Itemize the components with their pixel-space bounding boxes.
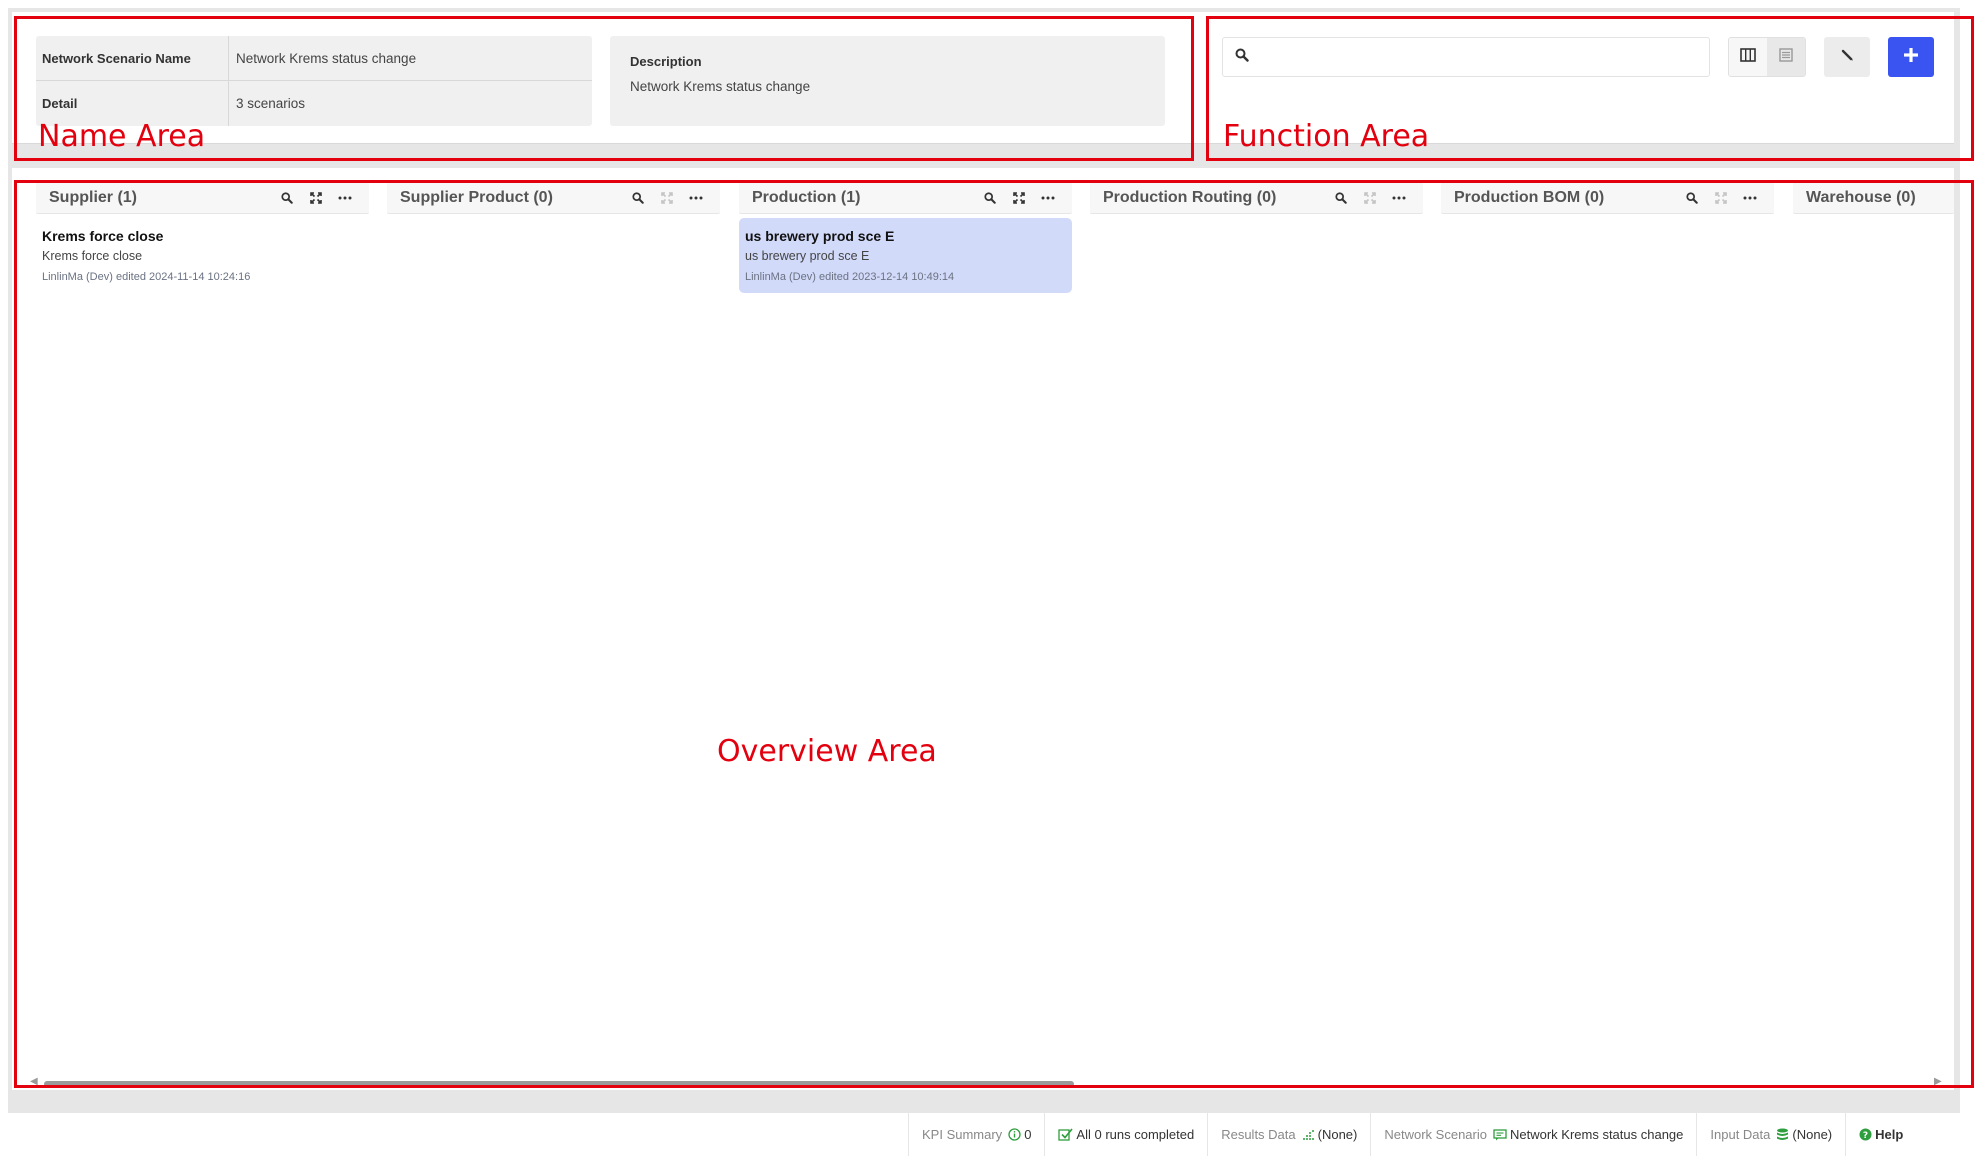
help-label: Help — [1875, 1127, 1904, 1142]
input-data-label: Input Data — [1710, 1127, 1771, 1142]
status-bar: KPI Summary 0 All 0 runs completed Resul… — [908, 1113, 1968, 1156]
help-icon: ? — [1859, 1128, 1872, 1141]
function-area-label: Function Area — [1223, 119, 1430, 154]
scatter-dots-icon — [1302, 1129, 1315, 1141]
input-data[interactable]: Input Data (None) — [1696, 1113, 1845, 1156]
check-list-icon — [1058, 1128, 1074, 1141]
scenario-icon — [1493, 1128, 1507, 1141]
network-scenario[interactable]: Network Scenario Network Krems status ch… — [1370, 1113, 1696, 1156]
network-scenario-value: Network Krems status change — [1509, 1127, 1684, 1142]
database-icon — [1776, 1128, 1789, 1142]
kpi-summary-value: 0 — [1024, 1127, 1032, 1142]
info-icon — [1008, 1128, 1021, 1141]
runs-status-text: All 0 runs completed — [1076, 1127, 1195, 1142]
svg-text:?: ? — [1863, 1131, 1868, 1141]
results-data[interactable]: Results Data (None) — [1207, 1113, 1370, 1156]
runs-status[interactable]: All 0 runs completed — [1044, 1113, 1207, 1156]
network-scenario-label: Network Scenario — [1384, 1127, 1487, 1142]
help-button[interactable]: ? Help — [1845, 1113, 1916, 1156]
results-data-label: Results Data — [1221, 1127, 1296, 1142]
overview-area-outline — [14, 180, 1974, 1088]
name-area-label: Name Area — [38, 119, 206, 154]
results-data-value: (None) — [1317, 1127, 1358, 1142]
input-data-value: (None) — [1792, 1127, 1833, 1142]
kpi-summary-label: KPI Summary — [922, 1127, 1003, 1142]
overview-area-label: Overview Area — [717, 734, 937, 769]
kpi-summary[interactable]: KPI Summary 0 — [908, 1113, 1044, 1156]
